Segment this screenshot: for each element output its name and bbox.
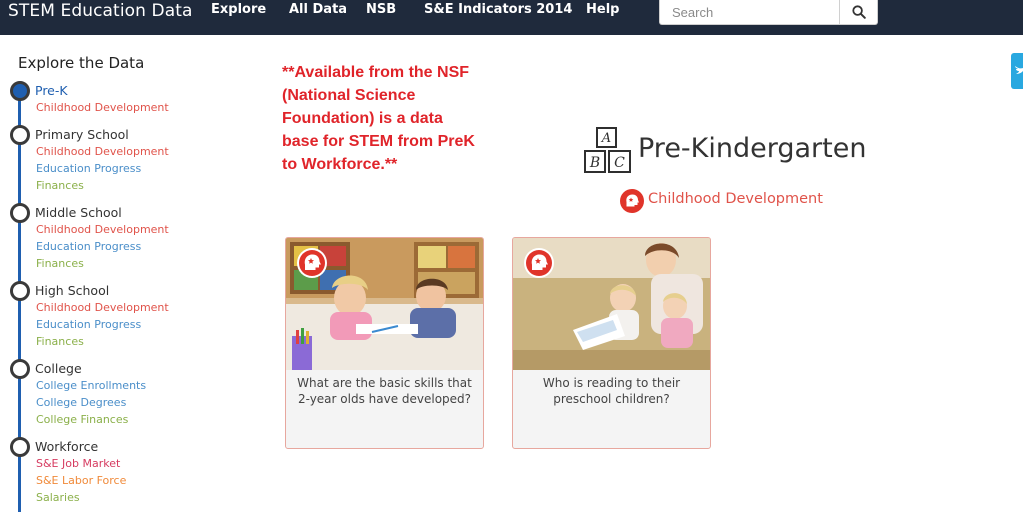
head-icon xyxy=(524,248,554,278)
question-card-basic-skills[interactable]: What are the basic skills that 2-year ol… xyxy=(285,237,484,449)
question-card-reading[interactable]: Who is reading to their preschool childr… xyxy=(512,237,711,449)
page-title: Pre-Kindergarten xyxy=(638,133,867,164)
sidebar-link-high-finances[interactable]: Finances xyxy=(36,335,84,348)
card-caption: Who is reading to their preschool childr… xyxy=(542,376,681,406)
abc-block-letter-a: A xyxy=(601,131,611,146)
sidebar-link-primary-finances[interactable]: Finances xyxy=(36,179,84,192)
sidebar-link-pre-k-childhood-development[interactable]: Childhood Development xyxy=(36,101,169,114)
sidebar-link-se-labor-force[interactable]: S&E Labor Force xyxy=(36,474,126,487)
search-box xyxy=(659,0,878,25)
timeline-node-pre-k[interactable] xyxy=(10,81,30,101)
abc-blocks-icon: A B C xyxy=(584,127,631,173)
nav-explore[interactable]: Explore xyxy=(211,0,266,20)
sidebar-link-college-degrees[interactable]: College Degrees xyxy=(36,396,126,409)
sidebar-stage-middle-school[interactable]: Middle School xyxy=(35,205,122,220)
site-brand[interactable]: STEM Education Data xyxy=(8,0,193,22)
sidebar-link-salaries[interactable]: Salaries xyxy=(36,491,80,504)
sidebar-link-middle-education-progress[interactable]: Education Progress xyxy=(36,240,141,253)
category-link-childhood-development[interactable]: Childhood Development xyxy=(648,191,823,207)
timeline-node-workforce[interactable] xyxy=(10,437,30,457)
sidebar-stage-primary-school[interactable]: Primary School xyxy=(35,127,129,142)
timeline-node-middle-school[interactable] xyxy=(10,203,30,223)
search-icon xyxy=(852,5,866,19)
timeline-node-high-school[interactable] xyxy=(10,281,30,301)
abc-block-letter-b: B xyxy=(589,155,600,171)
sidebar-link-se-job-market[interactable]: S&E Job Market xyxy=(36,457,120,470)
head-icon xyxy=(620,189,644,213)
sidebar-link-college-finances[interactable]: College Finances xyxy=(36,413,128,426)
nav-nsb[interactable]: NSB xyxy=(366,0,396,20)
sidebar-link-primary-education-progress[interactable]: Education Progress xyxy=(36,162,141,175)
card-caption: What are the basic skills that 2-year ol… xyxy=(297,376,472,406)
sidebar-stage-high-school[interactable]: High School xyxy=(35,283,109,298)
nav-all-data[interactable]: All Data xyxy=(289,0,347,20)
nav-se-indicators[interactable]: S&E Indicators 2014 xyxy=(424,0,572,20)
sidebar-link-high-childhood-development[interactable]: Childhood Development xyxy=(36,301,169,314)
sidebar-link-middle-childhood-development[interactable]: Childhood Development xyxy=(36,223,169,236)
head-icon xyxy=(297,248,327,278)
sidebar-link-high-education-progress[interactable]: Education Progress xyxy=(36,318,141,331)
timeline-node-college[interactable] xyxy=(10,359,30,379)
sidebar-link-middle-finances[interactable]: Finances xyxy=(36,257,84,270)
sidebar-link-primary-childhood-development[interactable]: Childhood Development xyxy=(36,145,169,158)
sidebar-stage-pre-k[interactable]: Pre-K xyxy=(35,83,68,98)
nsf-note: **Available from the NSF (National Scien… xyxy=(282,64,475,173)
sidebar-title: Explore the Data xyxy=(18,54,145,72)
timeline-node-primary-school[interactable] xyxy=(10,125,30,145)
nav-help[interactable]: Help xyxy=(586,0,619,20)
search-button[interactable] xyxy=(839,0,878,24)
twitter-icon xyxy=(1015,66,1023,74)
twitter-share-tab[interactable] xyxy=(1011,53,1023,89)
sidebar-link-college-enrollments[interactable]: College Enrollments xyxy=(36,379,146,392)
abc-block-letter-c: C xyxy=(614,155,625,171)
top-navbar: STEM Education Data Explore All Data NSB… xyxy=(0,0,1023,35)
sidebar-stage-college[interactable]: College xyxy=(35,361,82,376)
search-input[interactable] xyxy=(660,0,839,24)
sidebar-stage-workforce[interactable]: Workforce xyxy=(35,439,98,454)
